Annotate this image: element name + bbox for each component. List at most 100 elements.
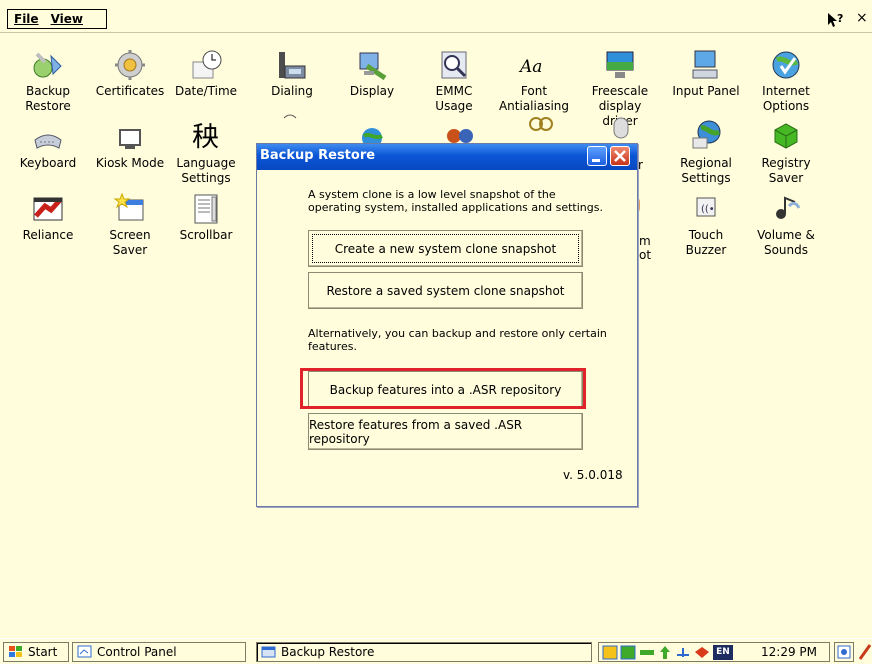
desktop-button[interactable] [834, 642, 854, 662]
reliance-icon [33, 197, 63, 221]
cp-item-font-antialiasing[interactable]: Aa Font Antialiasing [496, 48, 572, 114]
menu-group: File View [7, 9, 107, 29]
freescale-display-driver-icon [606, 51, 634, 78]
taskbar-control-panel[interactable]: Control Panel [72, 642, 246, 662]
cp-label: Display [349, 84, 395, 98]
cp-label: Internet Options [762, 84, 810, 113]
hidden-label-partial: r [638, 158, 643, 172]
keyboard-icon [34, 134, 62, 149]
tray-battery-icon[interactable] [639, 645, 655, 660]
hidden-icon-partial [280, 112, 310, 145]
tray-usb-icon[interactable] [675, 645, 691, 660]
windows-logo-icon [9, 646, 22, 657]
cp-item-input-panel[interactable]: Input Panel [668, 48, 744, 99]
emmc-usage-icon [441, 51, 467, 79]
system-tray: EN 12:29 PM [598, 642, 830, 662]
date-time-icon [192, 50, 222, 79]
pen-icon[interactable] [858, 643, 872, 664]
backup-features-button[interactable]: Backup features into a .ASR repository [308, 371, 583, 408]
input-panel-icon [692, 50, 718, 79]
cp-label: Kiosk Mode [95, 156, 165, 170]
svg-text:秧: 秧 [192, 122, 219, 153]
cp-item-kiosk-mode[interactable]: Kiosk Mode [92, 124, 168, 171]
cp-item-date-time[interactable]: Date/Time [168, 48, 244, 99]
cp-item-keyboard[interactable]: Keyboard [10, 124, 86, 171]
dialog-alternative-text: Alternatively, you can backup and restor… [308, 327, 607, 353]
version-label: v. 5.0.018 [563, 468, 623, 482]
menu-view[interactable]: View [45, 12, 89, 26]
users-icon [447, 129, 473, 143]
restore-features-button[interactable]: Restore features from a saved .ASR repos… [308, 413, 583, 450]
help-icon[interactable]: ? [827, 12, 845, 32]
dialog-titlebar[interactable]: Backup Restore [257, 144, 637, 170]
menu-file[interactable]: File [8, 12, 45, 26]
tray-volume-icon[interactable] [693, 645, 711, 660]
start-label: Start [28, 645, 58, 659]
hidden-label-partial: m [639, 234, 651, 248]
cursor-icon [283, 114, 297, 119]
minimize-button[interactable] [587, 146, 607, 166]
create-snapshot-button[interactable]: Create a new system clone snapshot [308, 230, 583, 267]
cp-item-backup-restore[interactable]: Backup Restore [10, 48, 86, 114]
certificates-icon [115, 50, 145, 80]
backup-restore-label: Backup Restore [281, 645, 375, 659]
cp-label: Dialing [271, 84, 313, 98]
start-button[interactable]: Start [3, 642, 69, 662]
cp-item-dialing[interactable]: Dialing [254, 48, 330, 99]
cp-label: Date/Time [174, 84, 238, 98]
cp-item-reliance[interactable]: Reliance [10, 194, 86, 243]
cp-item-certificates[interactable]: Certificates [92, 48, 168, 99]
cp-label: Language Settings [176, 156, 236, 185]
dialing-icon [279, 52, 306, 79]
cp-label: Registry Saver [761, 156, 811, 185]
cp-label: Keyboard [19, 156, 77, 170]
cp-item-screen-saver[interactable]: Screen Saver [92, 192, 168, 258]
svg-text:Aa: Aa [518, 57, 542, 77]
globe-icon [362, 128, 383, 148]
scrollbar-icon [194, 194, 218, 224]
close-icon[interactable]: × [856, 10, 868, 26]
backup-restore-small-icon [261, 646, 276, 658]
cp-label: Scrollbar [179, 228, 233, 242]
close-button[interactable] [610, 146, 630, 166]
kiosk-mode-icon [119, 129, 141, 149]
hidden-label-partial: ot [639, 248, 652, 262]
cp-item-regional-settings[interactable]: Regional Settings [668, 116, 744, 186]
tray-network-icon[interactable] [620, 645, 636, 660]
backup-restore-dialog: Backup Restore A system clone is a low l… [256, 143, 638, 507]
cp-item-touch-buzzer[interactable]: ((• Touch Buzzer [668, 192, 744, 258]
cp-label: Reliance [22, 228, 74, 242]
cp-item-volume-sounds[interactable]: Volume & Sounds [748, 192, 824, 258]
keys-icon [529, 117, 553, 131]
svg-text:((•: ((• [701, 204, 715, 215]
restore-snapshot-button[interactable]: Restore a saved system clone snapshot [308, 272, 583, 309]
cp-label: Input Panel [672, 84, 740, 98]
cp-item-language-settings[interactable]: 秧 Language Settings [168, 116, 244, 186]
cp-item-emmc-usage[interactable]: EMMC Usage [416, 48, 492, 114]
tray-language-indicator[interactable]: EN [713, 645, 733, 660]
desktop-icon [837, 645, 851, 659]
touch-buzzer-icon: ((• [696, 197, 716, 217]
cp-item-internet-options[interactable]: Internet Options [748, 48, 824, 114]
cp-label: Volume & Sounds [757, 228, 815, 257]
cp-item-registry-saver[interactable]: Registry Saver [748, 116, 824, 186]
cp-item-display[interactable]: Display [334, 48, 410, 99]
backup-restore-icon [33, 52, 62, 78]
taskbar: Start Control Panel Backup Restore EN 12… [0, 638, 872, 662]
cp-label: EMMC Usage [435, 84, 473, 113]
cp-label: Font Antialiasing [498, 84, 570, 113]
svg-text:?: ? [837, 12, 843, 25]
control-panel-label: Control Panel [97, 645, 177, 659]
cp-item-scrollbar[interactable]: Scrollbar [168, 192, 244, 243]
regional-settings-icon [692, 120, 721, 149]
registry-saver-icon [774, 123, 798, 149]
cp-label: Screen Saver [109, 228, 151, 257]
cp-label: Backup Restore [25, 84, 71, 113]
taskbar-backup-restore[interactable]: Backup Restore [256, 642, 592, 662]
tray-app-icon[interactable] [602, 645, 618, 660]
internet-options-icon [772, 51, 800, 79]
volume-sounds-icon [776, 196, 801, 219]
close-icon [614, 150, 626, 162]
tray-arrow-icon[interactable] [657, 645, 673, 660]
menubar: File View ? × [0, 0, 872, 33]
